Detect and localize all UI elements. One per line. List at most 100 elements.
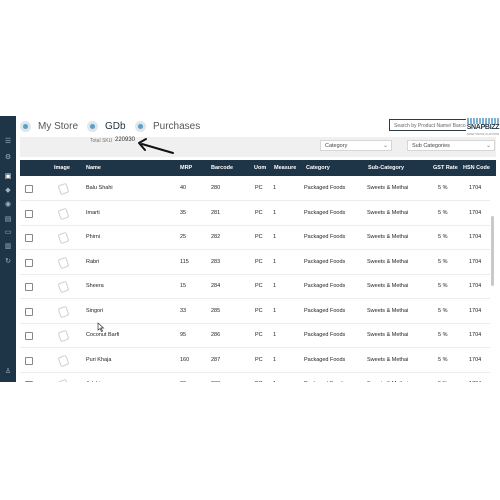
cell-category: Packaged Foods	[304, 332, 346, 338]
cell-category: Packaged Foods	[304, 185, 346, 191]
cell-barcode: 287	[211, 356, 221, 363]
col-uom[interactable]: Uom	[254, 160, 266, 176]
cell-subcategory: Sweets & Methai	[367, 234, 409, 240]
row-checkbox[interactable]	[25, 258, 33, 267]
cell-name: Puri Khaja	[86, 356, 112, 363]
table-row[interactable]: Jalebi 80 288 PC 1 Packaged Foods Sweets & Met…	[20, 372, 490, 382]
cell-barcode: 282	[211, 234, 221, 240]
chevron-down-icon: ⌄	[485, 143, 491, 149]
subcategory-dropdown[interactable]: Sub Categories ⌄	[407, 140, 495, 151]
product-image-icon	[58, 231, 68, 243]
cell-gst-rate: 5 %	[438, 307, 448, 314]
cell-uom: PC	[255, 258, 263, 265]
subcategory-dropdown-label: Sub Categories	[412, 143, 450, 149]
col-name[interactable]: Name	[86, 160, 101, 176]
database-icon	[87, 121, 98, 132]
cell-category: Packaged Foods	[304, 283, 346, 289]
col-image[interactable]: Image	[54, 160, 70, 176]
cell-measure: 1	[273, 258, 277, 265]
cell-measure: 1	[273, 307, 277, 314]
cell-subcategory: Sweets & Methai	[367, 283, 409, 289]
cell-category: Packaged Foods	[304, 356, 346, 363]
category-dropdown-label: Category	[325, 143, 348, 149]
cell-hsn-code: 1704	[469, 356, 482, 363]
product-image-icon	[58, 207, 68, 219]
col-hsn-code[interactable]: HSN Code	[463, 160, 490, 176]
cell-measure: 1	[273, 332, 277, 338]
row-checkbox[interactable]	[25, 307, 33, 316]
cell-uom: PC	[255, 332, 263, 338]
col-barcode[interactable]: Barcode	[211, 160, 233, 176]
cell-uom: PC	[255, 209, 263, 216]
col-gst-rate[interactable]: GST Rate	[433, 160, 458, 176]
product-image-icon	[58, 305, 68, 317]
row-checkbox[interactable]	[25, 332, 33, 340]
chart-icon[interactable]: ▥	[3, 243, 13, 251]
tab-label: GDb	[105, 121, 126, 132]
table-row[interactable]: Rabri 115 283 PC 1 Packaged Foods Sweets & Met…	[20, 250, 490, 275]
cell-hsn-code: 1704	[469, 185, 482, 191]
cell-uom: PC	[255, 356, 263, 363]
row-checkbox[interactable]	[25, 209, 33, 218]
col-mrp[interactable]: MRP	[180, 160, 192, 176]
cell-barcode: 285	[211, 307, 221, 314]
product-image-icon	[58, 256, 68, 268]
tag-icon[interactable]: ◆	[3, 187, 13, 195]
row-checkbox[interactable]	[25, 356, 33, 365]
side-rail: ☰ ⚙ ▣ ◆ ◉ ▤ ▭ ▥ ↻ ♙	[0, 116, 16, 382]
cell-barcode: 284	[211, 283, 221, 289]
table-row[interactable]: Puri Khaja 160 287 PC 1 Packaged Foods Sweets …	[20, 348, 490, 373]
cell-subcategory: Sweets & Methai	[367, 356, 409, 363]
table-row[interactable]: Coconut Barfi 95 286 PC 1 Packaged Foods Sweet…	[20, 323, 490, 348]
menu-icon[interactable]: ☰	[3, 138, 13, 146]
people-icon[interactable]: ◉	[3, 201, 13, 209]
cart-icon[interactable]: ▣	[3, 173, 13, 181]
cell-subcategory: Sweets & Methai	[367, 209, 409, 216]
cell-name: Imarti	[86, 209, 100, 216]
search-input[interactable]: Search by Product Name/ Barcode	[389, 119, 467, 131]
cell-uom: PC	[255, 307, 263, 314]
table-row[interactable]: Singori 33 285 PC 1 Packaged Foods Sweets & Me…	[20, 299, 490, 324]
cell-category: Packaged Foods	[304, 234, 346, 240]
col-measure[interactable]: Measure	[274, 160, 296, 176]
row-checkbox[interactable]	[25, 234, 33, 242]
cell-name: Rabri	[86, 258, 100, 265]
table-body: Balu Shahi 40 280 PC 1 Packaged Foods Sweets &…	[20, 176, 496, 382]
col-subcategory[interactable]: Sub-Category	[368, 160, 404, 176]
box-icon[interactable]: ▤	[3, 216, 13, 224]
cell-hsn-code: 1704	[469, 332, 482, 338]
table-row[interactable]: Imarti 35 281 PC 1 Packaged Foods Sweets & Met…	[20, 201, 490, 226]
cell-gst-rate: 5 %	[438, 185, 448, 191]
col-category[interactable]: Category	[306, 160, 330, 176]
table-scrollbar[interactable]	[491, 216, 494, 286]
product-image-icon	[58, 354, 68, 366]
cell-subcategory: Sweets & Methai	[367, 258, 409, 265]
table-header: Image Name MRP Barcode Uom Measure Categ…	[20, 160, 496, 176]
table-row[interactable]: Balu Shahi 40 280 PC 1 Packaged Foods Sweets &…	[20, 176, 490, 201]
mouse-pointer-icon	[97, 322, 105, 332]
cell-uom: PC	[255, 185, 263, 191]
user-icon[interactable]: ♙	[3, 368, 13, 376]
cell-gst-rate: 5 %	[438, 258, 448, 265]
settings-icon[interactable]: ⚙	[3, 154, 13, 162]
cell-uom: PC	[255, 234, 263, 240]
cell-mrp: 35	[180, 209, 187, 216]
cell-name: Sheera	[86, 283, 104, 289]
cell-mrp: 33	[180, 307, 187, 314]
table-row[interactable]: Sheera 15 284 PC 1 Packaged Foods Sweets & Met…	[20, 274, 490, 299]
cell-measure: 1	[273, 283, 277, 289]
cell-gst-rate: 5 %	[438, 356, 448, 363]
row-checkbox[interactable]	[25, 283, 33, 291]
table-row[interactable]: Phirni 25 282 PC 1 Packaged Foods Sweets & Met…	[20, 225, 490, 250]
row-checkbox[interactable]	[25, 185, 33, 193]
sync-icon[interactable]: ↻	[3, 258, 13, 266]
cell-hsn-code: 1704	[469, 307, 482, 314]
cell-gst-rate: 5 %	[438, 209, 448, 216]
cell-hsn-code: 1704	[469, 372, 481, 382]
category-dropdown[interactable]: Category ⌄	[320, 140, 392, 151]
row-checkbox[interactable]	[25, 381, 33, 382]
store-icon	[20, 121, 31, 132]
cell-name: Singori	[86, 307, 104, 314]
truck-icon[interactable]: ▭	[3, 229, 13, 237]
cell-mrp: 95	[180, 332, 187, 338]
